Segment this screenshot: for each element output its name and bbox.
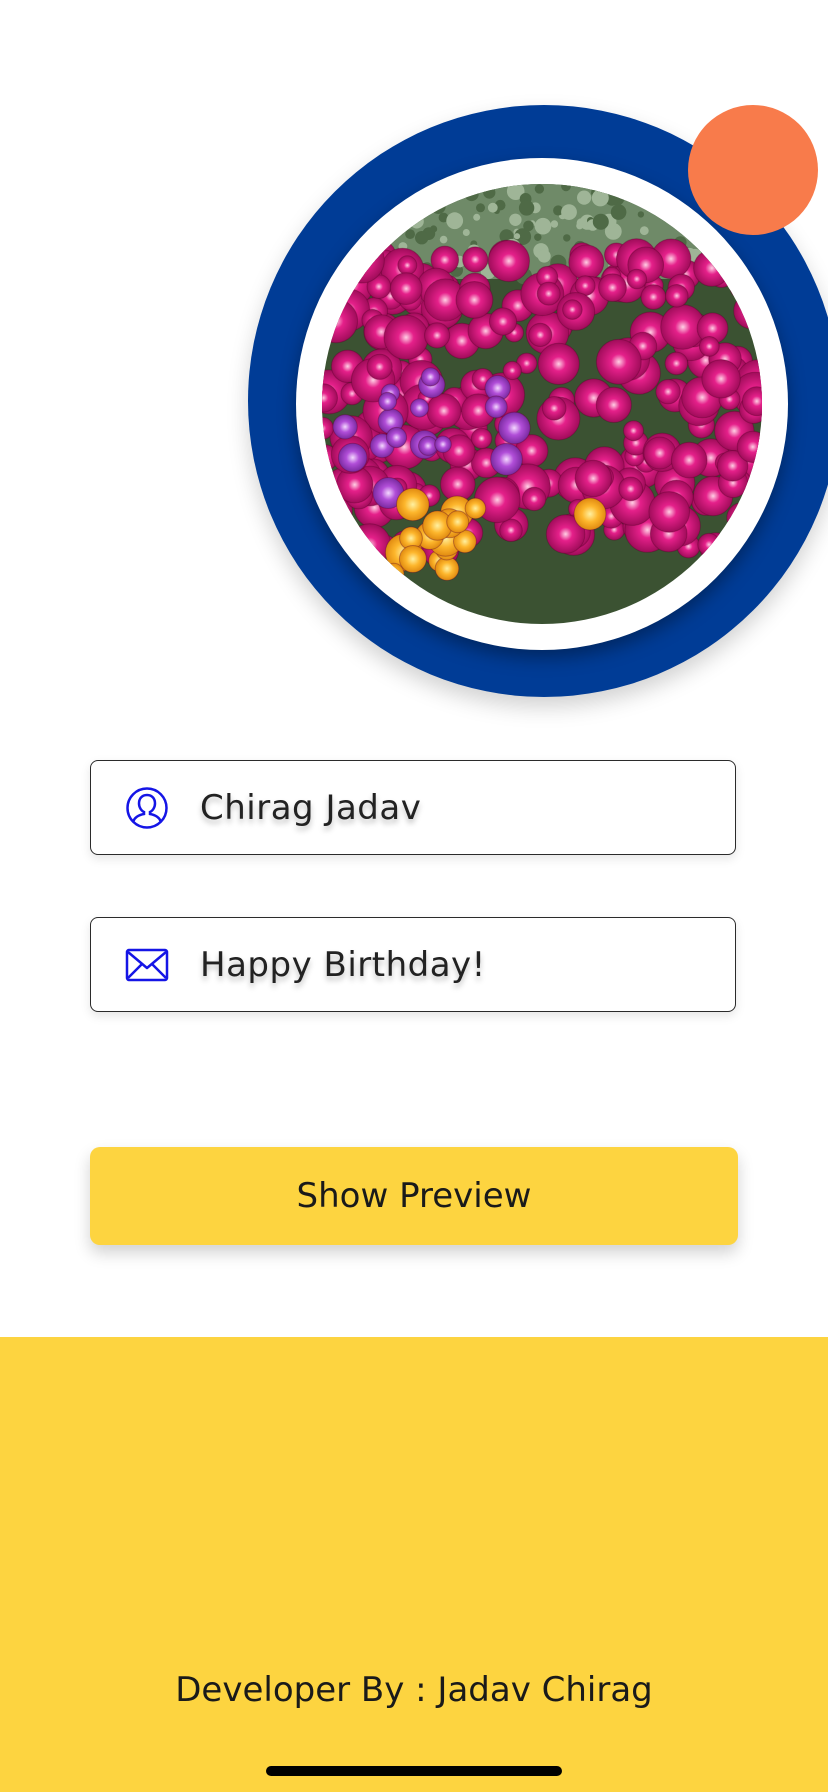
accent-dot[interactable] — [688, 105, 818, 235]
footer — [0, 1337, 828, 1792]
flower-photo-icon — [322, 184, 762, 624]
name-field[interactable]: Chirag Jadav — [90, 760, 736, 855]
screen: Chirag Jadav Happy Birthday! Show Previe… — [0, 0, 828, 1792]
show-preview-button[interactable]: Show Preview — [90, 1147, 738, 1245]
user-icon — [125, 786, 169, 830]
home-indicator[interactable] — [266, 1766, 562, 1776]
developer-credit: Developer By : Jadav Chirag — [175, 1670, 653, 1710]
message-value: Happy Birthday! — [200, 944, 486, 985]
profile-photo[interactable] — [322, 184, 762, 624]
message-field[interactable]: Happy Birthday! — [90, 917, 736, 1012]
mail-icon — [125, 943, 169, 987]
name-value: Chirag Jadav — [200, 787, 422, 828]
